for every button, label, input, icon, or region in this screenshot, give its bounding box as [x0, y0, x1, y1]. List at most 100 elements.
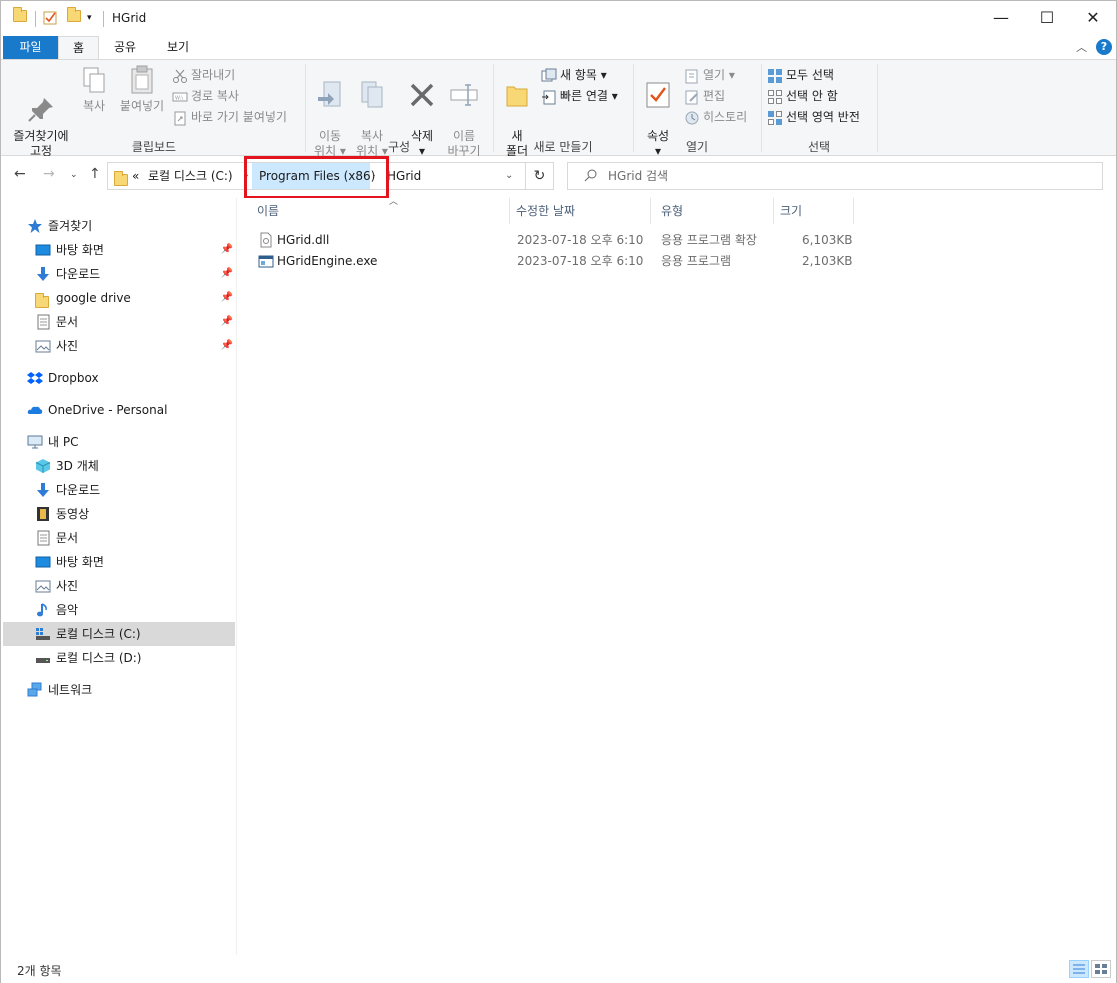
nav-quick-documents[interactable]: 문서 📌 — [3, 310, 235, 334]
tab-share[interactable]: 공유 — [105, 36, 145, 60]
quick-access-dropdown-icon[interactable]: ▾ — [87, 13, 92, 31]
copy-path-icon: W:\ — [172, 89, 188, 105]
title-bar: ▾ HGrid — ☐ ✕ — [1, 1, 1116, 36]
nav-dropbox[interactable]: Dropbox — [3, 366, 235, 390]
file-size: 6,103KB — [802, 233, 853, 247]
nav-pc-3d-objects[interactable]: 3D 개체 — [3, 454, 235, 478]
large-icons-view-button[interactable] — [1091, 960, 1111, 978]
move-to-icon — [314, 79, 346, 111]
maximize-button[interactable]: ☐ — [1024, 1, 1070, 35]
pin-icon[interactable]: 📌 — [221, 238, 233, 262]
nav-network[interactable]: 네트워크 — [3, 678, 235, 702]
back-arrow-icon[interactable]: ← — [14, 166, 26, 182]
nav-pc-pictures[interactable]: 사진 — [3, 574, 235, 598]
nav-pc-music[interactable]: 음악 — [3, 598, 235, 622]
rename-icon — [448, 79, 480, 111]
refresh-button[interactable]: ↻ — [526, 162, 554, 190]
file-type: 응용 프로그램 확장 — [661, 233, 757, 247]
open-group-label: 열기 — [685, 140, 709, 154]
status-bar: 2개 항목 — [1, 955, 1116, 983]
nav-pc-videos[interactable]: 동영상 — [3, 502, 235, 526]
download-arrow-icon — [35, 266, 51, 282]
pictures-icon — [35, 578, 51, 594]
highlight-annotation-box — [244, 156, 389, 199]
file-date: 2023-07-18 오후 6:10 — [517, 233, 644, 247]
column-header-type[interactable]: 유형 — [655, 198, 774, 224]
search-input[interactable]: HGrid 검색 — [567, 162, 1103, 190]
nav-quick-google-drive[interactable]: google drive 📌 — [3, 286, 235, 310]
pin-icon[interactable]: 📌 — [221, 310, 233, 334]
recent-locations-chevron-icon[interactable]: ⌄ — [70, 170, 78, 180]
nav-pc-desktop[interactable]: 바탕 화면 — [3, 550, 235, 574]
desktop-icon — [35, 554, 51, 570]
open-icon — [684, 68, 700, 84]
pin-icon[interactable]: 📌 — [221, 262, 233, 286]
paste-icon — [126, 64, 158, 96]
column-header-name[interactable]: ︿ 이름 — [251, 197, 510, 224]
paste-shortcut-button[interactable]: 바로 가기 붙여넣기 — [172, 107, 287, 127]
computer-icon — [27, 434, 43, 450]
column-header-date[interactable]: 수정한 날짜 — [510, 198, 651, 224]
copy-button[interactable]: 복사 — [75, 64, 113, 114]
details-view-button[interactable] — [1069, 960, 1089, 978]
file-name: HGrid.dll — [277, 233, 330, 247]
organize-group-label: 구성 — [387, 140, 411, 154]
breadcrumb-hgrid[interactable]: HGrid — [387, 163, 421, 189]
network-icon — [27, 682, 43, 698]
forward-arrow-icon[interactable]: → — [43, 166, 55, 182]
open-button[interactable]: 열기 ▾ — [684, 65, 735, 85]
nav-quick-desktop[interactable]: 바탕 화면 📌 — [3, 238, 235, 262]
new-folder-quick-icon[interactable] — [67, 7, 81, 28]
select-group-label: 선택 — [807, 140, 831, 154]
properties-icon — [642, 79, 674, 111]
nav-onedrive[interactable]: OneDrive - Personal — [3, 398, 235, 422]
copy-path-button[interactable]: W:\ 경로 복사 — [172, 86, 239, 106]
window-title: HGrid — [112, 11, 147, 25]
tab-home[interactable]: 홈 — [58, 36, 99, 60]
paste-button[interactable]: 붙여넣기 — [116, 64, 168, 114]
ribbon-collapse-icon[interactable]: ︿ — [1076, 39, 1087, 55]
file-row-hgridengine-exe[interactable]: HGridEngine.exe 2023-07-18 오후 6:10 응용 프로… — [252, 251, 852, 272]
copy-icon — [78, 64, 110, 96]
nav-pc-local-disk-d[interactable]: 로컬 디스크 (D:) — [3, 646, 235, 670]
breadcrumb-overflow[interactable]: « — [132, 163, 139, 189]
select-none-button[interactable]: 선택 안 함 — [767, 86, 838, 106]
select-none-icon — [767, 89, 783, 105]
nav-quick-pictures[interactable]: 사진 📌 — [3, 334, 235, 358]
nav-quick-access[interactable]: 즐겨찾기 — [3, 214, 235, 238]
music-note-icon — [35, 602, 51, 618]
breadcrumb-local-disk-c[interactable]: 로컬 디스크 (C:) — [148, 163, 233, 189]
search-icon — [584, 168, 598, 185]
invert-selection-button[interactable]: 선택 영역 반전 — [767, 107, 860, 127]
properties-check-icon[interactable] — [43, 10, 59, 28]
pin-icon[interactable]: 📌 — [221, 286, 233, 310]
cut-button[interactable]: 잘라내기 — [172, 65, 235, 85]
help-icon[interactable]: ? — [1096, 39, 1112, 55]
column-header-size[interactable]: 크기 — [774, 198, 854, 224]
windows-drive-icon — [35, 626, 51, 642]
up-arrow-icon[interactable]: ↑ — [89, 166, 101, 182]
nav-this-pc[interactable]: 내 PC — [3, 430, 235, 454]
file-row-hgrid-dll[interactable]: HGrid.dll 2023-07-18 오후 6:10 응용 프로그램 확장 … — [252, 230, 852, 251]
nav-pc-documents[interactable]: 문서 — [3, 526, 235, 550]
tab-file[interactable]: 파일 — [3, 36, 58, 60]
new-item-button[interactable]: 새 항목 ▾ — [541, 65, 607, 85]
nav-pc-downloads[interactable]: 다운로드 — [3, 478, 235, 502]
explorer-window: ▾ HGrid — ☐ ✕ 파일 홈 공유 보기 ︿ ? 즐겨찾기에 고정 복사 — [0, 0, 1117, 983]
close-button[interactable]: ✕ — [1070, 1, 1116, 35]
item-count: 2개 항목 — [17, 964, 62, 978]
select-all-button[interactable]: 모두 선택 — [767, 65, 834, 85]
nav-quick-downloads[interactable]: 다운로드 📌 — [3, 262, 235, 286]
copy-label: 복사 — [82, 99, 106, 113]
minimize-button[interactable]: — — [978, 1, 1024, 35]
pin-icon[interactable]: 📌 — [221, 334, 233, 358]
large-icons-view-icon — [1095, 964, 1107, 974]
edit-button[interactable]: 편집 — [684, 86, 725, 106]
drive-icon — [35, 650, 51, 666]
document-icon — [35, 314, 51, 330]
nav-pc-local-disk-c[interactable]: 로컬 디스크 (C:) — [3, 622, 235, 646]
address-dropdown-chevron-icon[interactable]: ⌄ — [505, 163, 513, 189]
easy-access-button[interactable]: 빠른 연결 ▾ — [541, 86, 618, 106]
history-button[interactable]: 히스토리 — [684, 107, 747, 127]
tab-view[interactable]: 보기 — [158, 36, 198, 60]
